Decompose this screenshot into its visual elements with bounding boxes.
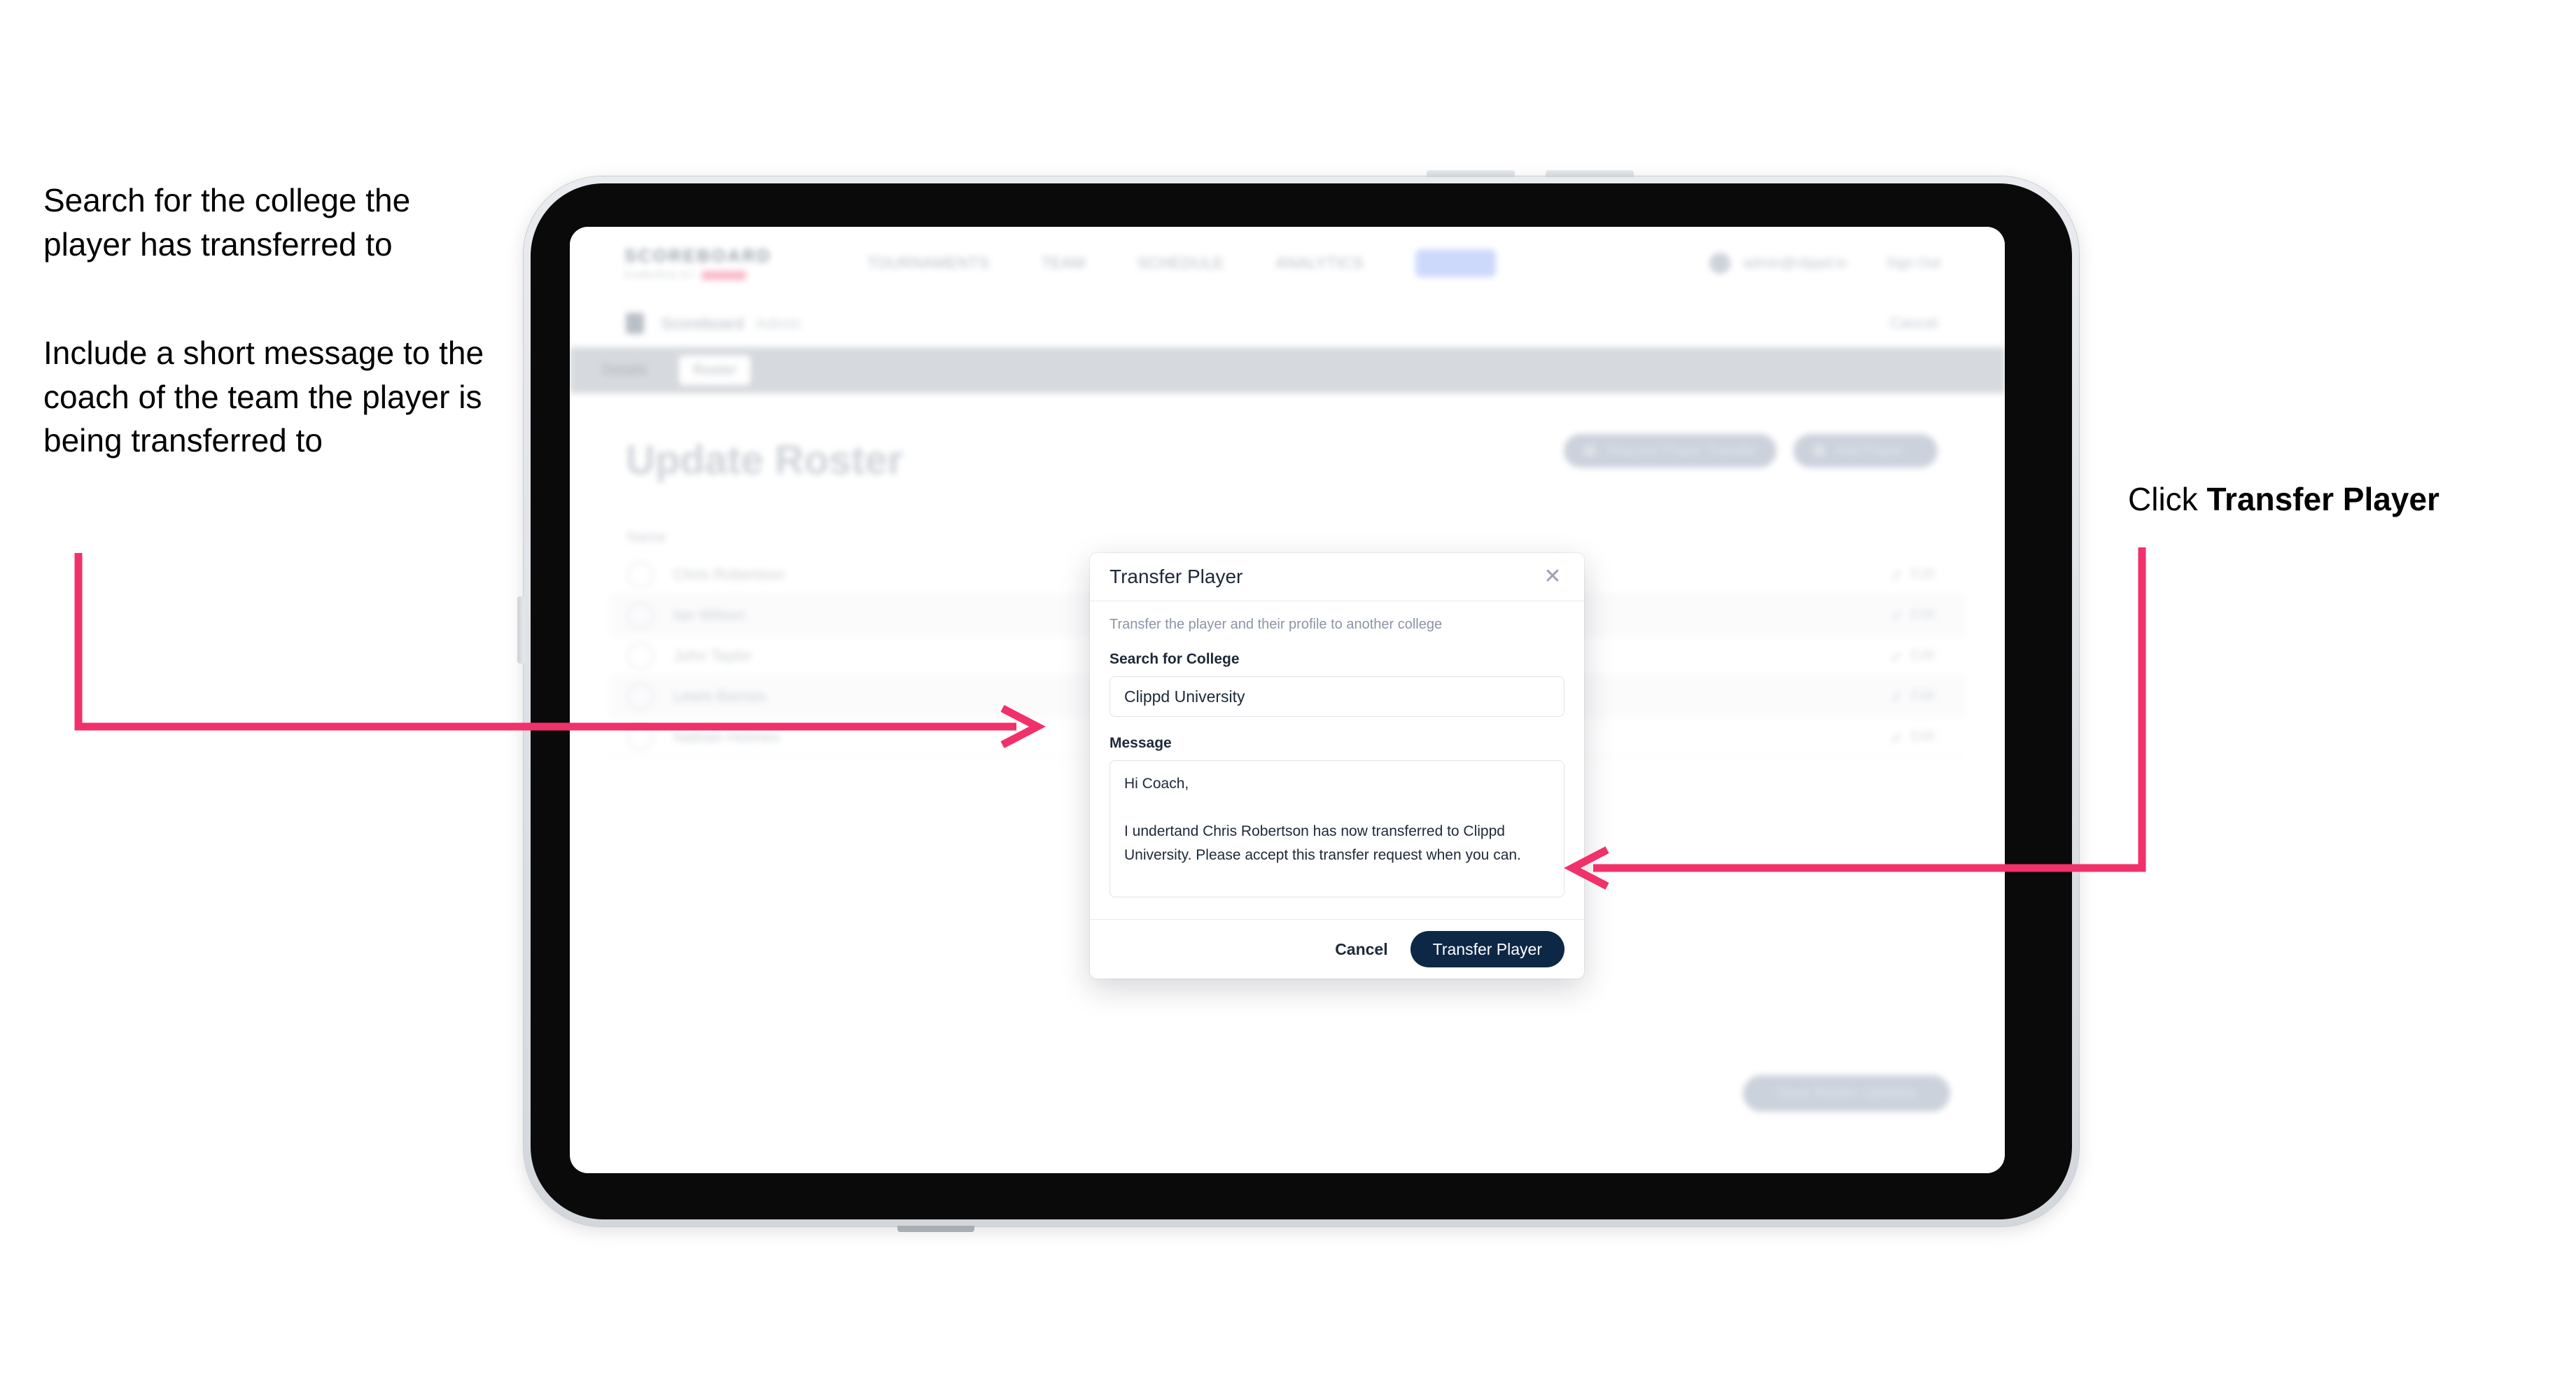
app-header: SCOREBOARD POWERED BY clippd TOURNAMENTS… [570,227,2005,300]
edit-label: Edit [1910,607,1935,622]
player-name: Ian Wilson [673,606,746,624]
sign-out-link[interactable]: Sign Out [1886,255,1940,272]
primary-nav: TOURNAMENTS TEAM SCHEDULE ANALYTICS ADMI… [867,249,1496,277]
user-avatar-icon [1709,253,1731,274]
annotation-click-prefix: Click [2128,481,2207,517]
pencil-icon [1890,651,1902,662]
save-roster-updates-button[interactable]: Save Roster Updates [1743,1075,1950,1112]
transfer-icon [1583,444,1597,457]
player-name: Nathan Holmes [673,727,780,746]
tab-details[interactable]: Details [588,356,661,385]
nav-item-admin-active[interactable]: ADMIN [1415,249,1496,277]
annotation-click-target: Transfer Player [2206,481,2440,517]
edit-label: Edit [1910,566,1935,582]
breadcrumb-secondary: Admin [755,314,802,332]
dialog-description: Transfer the player and their profile to… [1110,617,1443,632]
avatar [627,682,654,710]
section-tab-bar: Details Roster [570,347,2005,393]
brand-logo: SCOREBOARD POWERED BY clippd [624,246,772,280]
annotation-note-click-transfer: Click Transfer Player [2128,477,2548,522]
tablet-device-frame: SCOREBOARD POWERED BY clippd TOURNAMENTS… [517,170,2079,1232]
player-name: John Taylor [673,646,752,664]
transfer-player-submit-button[interactable]: Transfer Player [1410,931,1564,967]
add-player-label: Add Player [1835,442,1904,458]
plus-icon [1813,444,1826,457]
user-email-label: admin@clippd.io [1743,255,1847,271]
tab-roster[interactable]: Roster [679,356,751,385]
scoreboard-icon [626,313,644,334]
pencil-icon [1890,610,1902,621]
dialog-body: Transfer the player and their profile to… [1090,601,1584,919]
subbar-cancel-link[interactable]: Cancel [1890,314,1938,332]
close-icon[interactable]: ✕ [1541,565,1564,589]
pencil-icon [1890,732,1902,743]
screenshot-stage: Search for the college the player has tr… [0,0,2576,1386]
nav-item-schedule[interactable]: SCHEDULE [1138,254,1224,272]
request-player-transfer-label: Request Player Transfer [1606,442,1757,458]
pencil-icon [1890,570,1902,580]
page-action-buttons: Request Player Transfer Add Player [1564,434,1938,468]
message-textarea[interactable]: Hi Coach, I undertand Chris Robertson ha… [1110,760,1564,897]
brand-tagline-clippd: clippd [701,270,746,280]
edit-player-button[interactable]: Edit [1890,566,1935,582]
brand-tagline-text: POWERED BY [624,270,696,280]
dialog-title: Transfer Player [1110,566,1243,587]
device-bottom-connector [897,1226,974,1232]
search-college-label: Search for College [1110,651,1240,667]
add-player-button[interactable]: Add Player [1793,434,1938,468]
avatar [627,561,654,588]
transfer-player-dialog: Transfer Player ✕ Transfer the player an… [1090,553,1584,979]
volume-up-button [1427,170,1515,177]
player-name: Lewis Barnes [673,687,766,705]
edit-label: Edit [1910,729,1935,744]
dialog-header: Transfer Player ✕ [1090,553,1584,601]
breadcrumb-primary[interactable]: Scoreboard [661,314,744,333]
message-label: Message [1110,735,1172,751]
field-spacer [1110,717,1564,735]
roster-column-header-name: Name [627,529,667,545]
nav-item-analytics[interactable]: ANALYTICS [1276,254,1364,272]
avatar [627,601,654,629]
brand-tagline: POWERED BY clippd [624,270,772,280]
page-title: Update Roster [626,438,904,483]
edit-label: Edit [1910,648,1935,663]
edit-player-button[interactable]: Edit [1890,688,1935,704]
avatar [627,723,654,750]
edit-player-button[interactable]: Edit [1890,648,1935,664]
avatar [627,642,654,669]
breadcrumb-bar: Scoreboard Admin Cancel [570,300,2005,348]
nav-item-team[interactable]: TEAM [1042,254,1086,272]
edit-player-button[interactable]: Edit [1890,729,1935,745]
annotation-note-college: Search for the college the player has tr… [43,182,411,262]
power-button [517,596,524,664]
cancel-button[interactable]: Cancel [1331,933,1392,966]
edit-player-button[interactable]: Edit [1890,607,1935,623]
player-name: Chris Robertson [673,565,785,583]
search-college-input[interactable] [1110,676,1564,717]
tablet-screen: SCOREBOARD POWERED BY clippd TOURNAMENTS… [570,227,2005,1173]
annotation-note-message: Include a short message to the coach of … [43,335,484,459]
tablet-bezel: SCOREBOARD POWERED BY clippd TOURNAMENTS… [531,183,2072,1219]
pencil-icon [1890,692,1902,702]
volume-down-button [1546,170,1634,177]
request-player-transfer-button[interactable]: Request Player Transfer [1564,434,1777,468]
brand-wordmark: SCOREBOARD [624,246,772,266]
dialog-footer: Cancel Transfer Player [1090,919,1584,979]
header-account-area: admin@clippd.io Sign Out [1709,253,1940,274]
nav-item-tournaments[interactable]: TOURNAMENTS [867,254,990,272]
edit-label: Edit [1910,688,1935,704]
